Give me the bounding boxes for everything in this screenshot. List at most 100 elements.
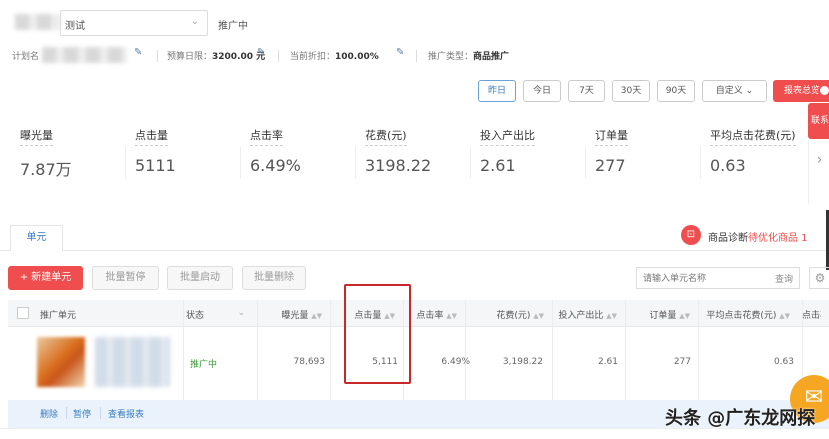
column-header[interactable]: 点击率 bbox=[802, 308, 821, 321]
cell-orders: 277 bbox=[673, 357, 691, 367]
highlight-box bbox=[344, 284, 411, 384]
column-header-label: 点击率 bbox=[802, 311, 821, 321]
batch-start-button[interactable]: 批量启动 bbox=[167, 266, 233, 290]
new-unit-button[interactable]: + 新建单元 bbox=[8, 266, 83, 290]
contact-tab[interactable]: 联系 bbox=[808, 103, 829, 139]
diagnosis-count: 待优化商品 1 bbox=[748, 233, 808, 244]
blurred-plan-prefix bbox=[15, 14, 60, 30]
pause-link[interactable]: 暂停 bbox=[73, 407, 91, 420]
metric-label: 点击量 bbox=[135, 127, 168, 146]
metric-value: 0.63 bbox=[710, 156, 746, 175]
column-header-label: 订单量 bbox=[649, 311, 677, 321]
divider bbox=[157, 50, 158, 62]
divider bbox=[278, 50, 279, 62]
divider bbox=[585, 147, 586, 179]
column-header[interactable]: 花费(元) ▲▼ bbox=[465, 308, 544, 321]
metric-value: 277 bbox=[595, 156, 626, 175]
divider bbox=[240, 147, 241, 179]
type-value: 商品推广 bbox=[473, 52, 510, 62]
date-30d-button[interactable]: 30天 bbox=[612, 80, 650, 102]
metric-label: 曝光量 bbox=[20, 127, 53, 146]
next-arrow-icon[interactable]: › bbox=[808, 140, 829, 204]
divider bbox=[700, 147, 701, 179]
date-yesterday-button[interactable]: 昨日 bbox=[478, 80, 516, 102]
date-7d-button[interactable]: 7天 bbox=[568, 80, 605, 102]
type-label: 推广类型： bbox=[428, 52, 474, 62]
metric-label: 订单量 bbox=[595, 127, 628, 146]
edit-icon[interactable]: ✎ bbox=[257, 47, 265, 58]
sort-icon[interactable]: ▲▼ bbox=[606, 312, 617, 320]
chevron-down-icon: ⌄ bbox=[745, 86, 754, 96]
column-header[interactable]: 状态 ⌄ bbox=[186, 308, 249, 321]
column-header[interactable]: 推广单元 bbox=[40, 308, 175, 321]
date-today-button[interactable]: 今日 bbox=[523, 80, 561, 102]
column-header[interactable]: 订单量 ▲▼ bbox=[625, 308, 690, 321]
column-header[interactable]: 曝光量 ▲▼ bbox=[257, 308, 322, 321]
sort-icon[interactable]: ▲▼ bbox=[779, 312, 790, 320]
chevron-down-icon: ⌄ bbox=[190, 16, 199, 27]
edit-icon[interactable]: ✎ bbox=[396, 47, 404, 58]
metric-value: 5111 bbox=[135, 156, 176, 175]
divider bbox=[355, 147, 356, 179]
column-header-label: 投入产出比 bbox=[558, 311, 604, 321]
column-header-label: 曝光量 bbox=[281, 311, 309, 321]
tab-unit[interactable]: 单元 bbox=[10, 225, 63, 251]
gear-icon[interactable]: ⚙ bbox=[809, 267, 829, 289]
cell-roi: 2.61 bbox=[597, 357, 618, 367]
blurred-plan-name bbox=[42, 47, 127, 63]
diagnosis-label: 商品诊断 bbox=[708, 233, 748, 244]
cell-cpc: 0.63 bbox=[773, 357, 794, 367]
divider bbox=[470, 147, 471, 179]
date-90d-button[interactable]: 90天 bbox=[657, 80, 695, 102]
sort-icon[interactable]: ▲▼ bbox=[311, 312, 322, 320]
column-header-label: 平均点击花费(元) bbox=[706, 311, 777, 321]
sort-icon[interactable]: ▲▼ bbox=[679, 312, 690, 320]
tab-divider bbox=[0, 250, 829, 251]
sort-icon[interactable]: ▲▼ bbox=[533, 312, 544, 320]
budget-label: 预算日限： bbox=[167, 52, 213, 62]
batch-delete-button[interactable]: 批量删除 bbox=[242, 266, 306, 290]
blurred-unit-name bbox=[95, 337, 170, 387]
cell-cost: 3,198.22 bbox=[502, 357, 543, 367]
column-header-label: 点击率 bbox=[416, 311, 444, 321]
plan-status: 推广中 bbox=[218, 21, 248, 32]
divider bbox=[100, 407, 101, 419]
edit-icon[interactable]: ✎ bbox=[134, 47, 142, 58]
diagnosis-icon: ⊡ bbox=[681, 225, 701, 245]
diagnosis-link[interactable]: 商品诊断待优化商品 1 bbox=[708, 229, 808, 244]
discount-value: 100.00% bbox=[335, 52, 379, 62]
column-header-label: 状态 bbox=[186, 311, 205, 321]
delete-link[interactable]: 删除 bbox=[40, 407, 58, 420]
column-header[interactable]: 平均点击花费(元) ▲▼ bbox=[698, 308, 790, 321]
cell-ctr: 6.49% bbox=[441, 357, 470, 367]
metric-value: 3198.22 bbox=[365, 156, 432, 175]
metric-value: 2.61 bbox=[480, 156, 516, 175]
metric-label: 点击率 bbox=[250, 127, 283, 146]
plan-select-value: 测试 bbox=[65, 21, 85, 32]
filter-chevron-icon[interactable]: ⌄ bbox=[237, 308, 245, 318]
column-header[interactable]: 投入产出比 ▲▼ bbox=[552, 308, 617, 321]
column-header-label: 推广单元 bbox=[40, 311, 77, 321]
metric-label: 花费(元) bbox=[365, 127, 407, 146]
view-report-link[interactable]: 查看报表 bbox=[108, 407, 144, 420]
divider bbox=[416, 50, 417, 62]
column-header[interactable]: 点击率 ▲▼ bbox=[403, 308, 457, 321]
divider bbox=[125, 147, 126, 179]
custom-label: 自定义 bbox=[715, 86, 743, 96]
watermark: 头条 @广东龙网探 bbox=[665, 408, 816, 429]
discount-label: 当前折扣： bbox=[290, 52, 336, 62]
metric-label: 投入产出比 bbox=[480, 127, 535, 146]
plan-select[interactable]: 测试 ⌄ bbox=[60, 10, 208, 36]
unit-status: 推广中 bbox=[190, 360, 218, 370]
metric-label: 平均点击花费(元) bbox=[710, 127, 796, 146]
batch-pause-button[interactable]: 批量暂停 bbox=[92, 266, 159, 290]
product-thumbnail bbox=[37, 337, 85, 387]
search-button[interactable]: 查询 bbox=[775, 272, 793, 285]
date-custom-button[interactable]: 自定义 ⌄ bbox=[702, 80, 767, 102]
sort-icon[interactable]: ▲▼ bbox=[446, 312, 457, 320]
plan-name-label: 计划名 bbox=[12, 52, 40, 62]
metric-value: 7.87万 bbox=[20, 160, 72, 179]
toggle-circle-icon[interactable] bbox=[818, 84, 829, 97]
select-all-checkbox[interactable] bbox=[17, 307, 29, 319]
column-header-label: 花费(元) bbox=[496, 311, 531, 321]
